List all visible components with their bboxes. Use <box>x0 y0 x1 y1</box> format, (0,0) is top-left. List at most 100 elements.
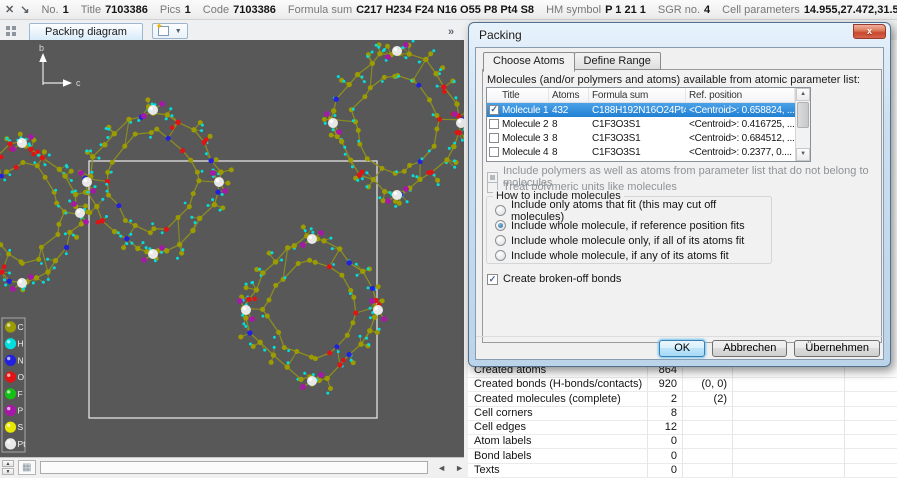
stats-label: Cell corners <box>468 406 648 420</box>
unit-cell-outline <box>89 161 377 418</box>
new-picture-button[interactable]: ▼ <box>152 23 188 39</box>
axis-label-b: b <box>39 43 44 53</box>
zoom-spinner: ▲ ▼ <box>2 460 14 475</box>
field-value: 7103386 <box>233 4 276 16</box>
stats-row[interactable]: Created molecules (complete)2(2) <box>468 392 897 407</box>
stats-value: 12 <box>648 420 683 434</box>
molecule-atoms <box>0 132 90 293</box>
scroll-up-icon[interactable]: ▲ <box>796 88 810 101</box>
molecule-atoms-cell: 8 <box>549 117 589 131</box>
row-checkbox-icon[interactable] <box>489 119 499 129</box>
tab-packing-diagram[interactable]: Packing diagram <box>29 23 143 40</box>
molecule-formula-cell: C1F3O3S1 <box>589 117 686 131</box>
column-header[interactable]: Ref. position <box>686 88 795 102</box>
stats-label: Created molecules (complete) <box>468 392 648 406</box>
molecule-row[interactable]: Molecule 1432C188H192N16O24Pt4P8<Centroi… <box>487 103 810 117</box>
close-icon[interactable]: ✕ <box>5 3 14 16</box>
field-label: Formula sum <box>288 4 352 16</box>
radio-label: Include whole molecule, if reference pos… <box>511 220 745 232</box>
stats-empty-cell <box>733 463 845 477</box>
row-checkbox-icon[interactable] <box>489 105 499 115</box>
create-broken-bonds-checkbox[interactable]: Create broken-off bonds <box>487 274 621 285</box>
stats-label: Cell edges <box>468 420 648 434</box>
structure-info-fields: No.1Title7103386Pics1Code7103386Formula … <box>41 4 897 16</box>
molecule-row[interactable]: Molecule 48C1F3O3S1<Centroid>: 0.2377, 0… <box>487 145 810 159</box>
molecule-list-scrollbar[interactable]: ▲ ▼ <box>795 88 810 161</box>
legend-item-S: S <box>5 422 24 433</box>
packing-dialog: Packing x Choose Atoms Define Range Mole… <box>468 22 891 367</box>
ok-button[interactable]: OK <box>659 340 705 357</box>
legend-label: F <box>18 389 23 399</box>
resize-arrow-icon[interactable]: ↘ <box>20 3 29 16</box>
legend-label: O <box>18 372 25 382</box>
column-header[interactable]: Formula sum <box>589 88 686 102</box>
stats-value: 0 <box>648 434 683 448</box>
legend-label: S <box>18 422 24 432</box>
radio-icon <box>495 235 506 246</box>
stats-row[interactable]: Bond labels0 <box>468 449 897 464</box>
legend-item-H: H <box>5 338 24 349</box>
molecule-formula-cell: C1F3O3S1 <box>589 145 686 159</box>
molecule-title-cell: Molecule 3 <box>487 131 549 145</box>
stats-row[interactable]: Cell corners8 <box>468 406 897 421</box>
dock-grid-icon[interactable] <box>6 26 16 36</box>
molecule-atoms-cell: 8 <box>549 131 589 145</box>
molecule-row[interactable]: Molecule 28C1F3O3S1<Centroid>: 0.416725,… <box>487 117 810 131</box>
create-broken-bonds-label: Create broken-off bonds <box>503 273 621 285</box>
scroll-left-icon[interactable]: ◄ <box>437 463 446 473</box>
legend-label: Pt <box>18 439 27 449</box>
legend-item-Pt: Pt <box>5 438 26 449</box>
field-value: P 1 21 1 <box>605 4 646 16</box>
molecule-ref-cell: <Centroid>: 0.2377, 0.... <box>686 145 795 159</box>
row-checkbox-icon[interactable] <box>489 133 499 143</box>
axes: bc <box>39 43 81 88</box>
row-checkbox-icon[interactable] <box>489 147 499 157</box>
molecule-list[interactable]: TitleAtomsFormula sumRef. position Molec… <box>486 87 811 162</box>
tab-overflow-chevron[interactable]: » <box>448 26 453 38</box>
stats-row[interactable]: Created bonds (H-bonds/contacts)920(0, 0… <box>468 377 897 392</box>
stats-row[interactable]: Atom labels0 <box>468 434 897 449</box>
stats-empty-cell <box>845 420 897 434</box>
dialog-close-button[interactable]: x <box>853 24 886 39</box>
toolbar-field: Code7103386 <box>203 4 276 16</box>
scrollbar-thumb[interactable] <box>797 102 809 128</box>
include-option-radio[interactable]: Include whole molecule, if any of its at… <box>495 249 729 262</box>
molecule-row[interactable]: Molecule 38C1F3O3S1<Centroid>: 0.684512,… <box>487 131 810 145</box>
stats-empty-cell <box>845 377 897 391</box>
legend-item-O: O <box>5 372 25 383</box>
include-option-radio[interactable]: Include whole molecule only, if all of i… <box>495 234 744 247</box>
toolbar-field: HM symbolP 1 21 1 <box>546 4 646 16</box>
column-header[interactable]: Atoms <box>549 88 589 102</box>
cancel-button[interactable]: Abbrechen <box>712 340 787 357</box>
stats-empty-cell <box>845 463 897 477</box>
new-picture-icon <box>158 26 169 36</box>
atom-color-legend: CHNOFPSPt <box>2 318 26 452</box>
molecule-title-cell: Molecule 4 <box>487 145 549 159</box>
legend-label: P <box>18 406 24 416</box>
stats-empty-cell <box>845 434 897 448</box>
scroll-down-icon[interactable]: ▼ <box>796 148 810 161</box>
stats-row[interactable]: Texts0 <box>468 463 897 478</box>
scroll-right-icon[interactable]: ► <box>455 463 464 473</box>
packing-diagram-viewport: bcCHNOFPSPt <box>0 40 464 457</box>
include-option-radio[interactable]: Include whole molecule, if reference pos… <box>495 219 745 232</box>
field-value: 14.955,27.472,31.536,90.00,100.57,90.00 <box>804 4 897 16</box>
packing-diagram-canvas[interactable]: bcCHNOFPSPt <box>0 40 464 457</box>
choose-atoms-page: Molecules (and/or polymers and atoms) av… <box>482 69 882 343</box>
table-view-icon[interactable]: ▦ <box>18 460 36 475</box>
stats-empty-cell <box>733 377 845 391</box>
stats-label: Bond labels <box>468 449 648 463</box>
spin-down-icon[interactable]: ▼ <box>2 468 14 475</box>
tab-define-range[interactable]: Define Range <box>574 52 661 70</box>
column-header[interactable]: Title <box>487 88 549 102</box>
spin-up-icon[interactable]: ▲ <box>2 460 14 467</box>
molecule-ref-cell: <Centroid>: 0.684512, ... <box>686 131 795 145</box>
dialog-title: Packing <box>479 28 522 42</box>
tab-choose-atoms[interactable]: Choose Atoms <box>483 52 575 72</box>
include-option-radio[interactable]: Include only atoms that fit (this may cu… <box>495 204 771 217</box>
toolbar-field: Cell parameters14.955,27.472,31.536,90.0… <box>722 4 897 16</box>
checkbox-icon <box>487 274 498 285</box>
stats-empty-cell <box>845 392 897 406</box>
stats-row[interactable]: Cell edges12 <box>468 420 897 435</box>
apply-button[interactable]: Übernehmen <box>794 340 880 357</box>
